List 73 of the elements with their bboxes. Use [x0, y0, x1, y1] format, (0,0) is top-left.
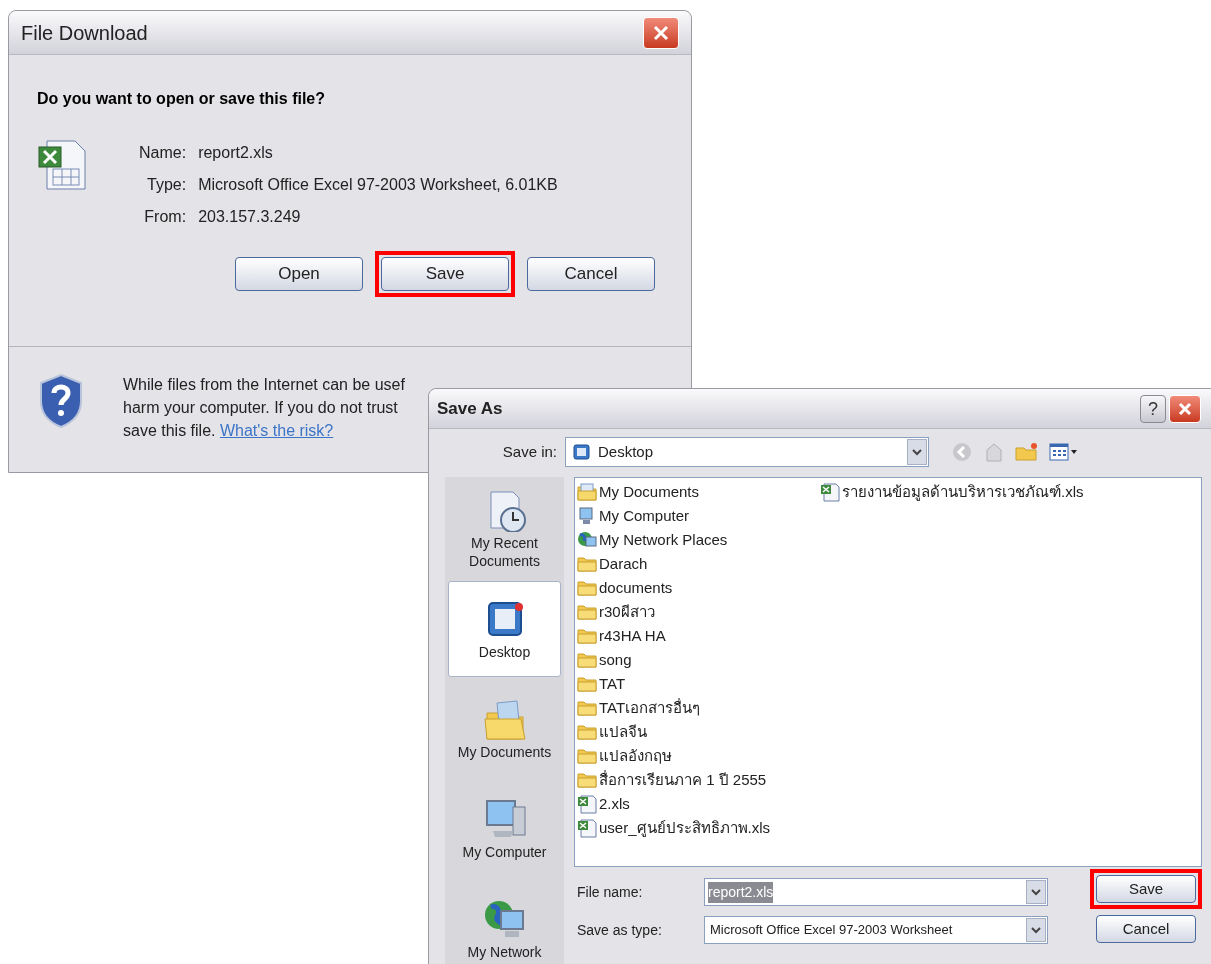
- dialog-button[interactable]: Open: [235, 257, 363, 291]
- folder-icon: [577, 554, 597, 574]
- dropdown-value: Microsoft Office Excel 97-2003 Worksheet: [710, 921, 953, 940]
- file-item[interactable]: TATเอกสารอื่นๆ: [577, 696, 771, 720]
- field-label: Save in:: [501, 441, 558, 462]
- window-title: File Download: [21, 20, 148, 46]
- places-item[interactable]: My Network: [448, 881, 561, 964]
- network-computer-icon: [577, 530, 597, 550]
- file-item[interactable]: My Network Places: [577, 528, 771, 552]
- folder-icon: [577, 602, 597, 622]
- field-value: report2.xls: [708, 881, 774, 903]
- detail-value: 203.157.3.249: [198, 207, 302, 227]
- view-menu-icon[interactable]: [1049, 442, 1079, 462]
- dropdown-value: Desktop: [598, 441, 654, 462]
- file-item[interactable]: 2.xls: [577, 792, 771, 816]
- folder-icon: [577, 674, 597, 694]
- folder-icon: [577, 722, 597, 742]
- file-item[interactable]: Darach: [577, 552, 771, 576]
- save-in-dropdown[interactable]: Desktop: [565, 437, 929, 467]
- file-item[interactable]: r43HA HA: [577, 624, 771, 648]
- folder-icon: [577, 698, 597, 718]
- detail-label: Type:: [146, 175, 187, 195]
- file-item[interactable]: user_ศูนย์ประสิทธิภาพ.xls: [577, 816, 771, 840]
- field-label: Save as type:: [576, 920, 663, 940]
- spreadsheet-file-icon: [37, 139, 87, 191]
- folder-icon: [577, 650, 597, 670]
- places-item[interactable]: Desktop: [448, 581, 561, 677]
- folder-icon: [577, 746, 597, 766]
- risk-link[interactable]: What's the risk?: [219, 422, 334, 439]
- file-item[interactable]: r30ผีสาว: [577, 600, 771, 624]
- dialog-button[interactable]: Cancel: [1096, 915, 1196, 943]
- new-folder-icon[interactable]: [1015, 441, 1039, 463]
- dialog-button[interactable]: Save: [1096, 875, 1196, 903]
- question-text: Do you want to open or save this file?: [37, 89, 327, 109]
- file-item[interactable]: documents: [577, 576, 771, 600]
- help-button[interactable]: ?: [1140, 394, 1166, 423]
- spreadsheet-file-icon: [577, 794, 597, 814]
- file-item[interactable]: แปลจีน: [577, 720, 771, 744]
- file-item[interactable]: สื่อการเรียนภาค 1 ปี 2555: [577, 768, 771, 792]
- dialog-button[interactable]: Save: [381, 257, 509, 291]
- warning-text: harm your computer. If you do not trust: [123, 398, 399, 418]
- file-item[interactable]: TAT: [577, 672, 771, 696]
- file-item[interactable]: แปลอังกฤษ: [577, 744, 771, 768]
- file-type-dropdown[interactable]: Microsoft Office Excel 97-2003 Worksheet: [704, 916, 1048, 944]
- warning-text: While files from the Internet can be usef: [123, 375, 405, 395]
- window-title: Save As: [437, 397, 503, 420]
- close-icon: [1177, 400, 1193, 417]
- shield-question-icon: [39, 373, 83, 429]
- dialog-button[interactable]: Cancel: [527, 257, 655, 291]
- field-label: File name:: [576, 882, 644, 902]
- detail-value: Microsoft Office Excel 97-2003 Worksheet, 6.01KB: [198, 175, 558, 195]
- spreadsheet-file-icon: [820, 482, 841, 502]
- close-button[interactable]: [643, 16, 679, 49]
- detail-value: report2.xls: [198, 143, 274, 163]
- close-button[interactable]: [1169, 394, 1201, 423]
- folder-icon: [577, 626, 597, 646]
- places-item[interactable]: My Recent Documents: [448, 481, 561, 577]
- places-item[interactable]: My Computer: [448, 781, 561, 877]
- detail-label: Name:: [139, 143, 187, 163]
- places-item[interactable]: My Documents: [448, 681, 561, 777]
- documents-folder-icon: [482, 697, 527, 741]
- file-item[interactable]: รายงานข้อมูลด้านบริหารเวชภัณฑ์.xls: [820, 480, 1084, 504]
- spreadsheet-file-icon: [577, 818, 597, 838]
- close-icon: [652, 23, 670, 42]
- file-item[interactable]: My Documents: [577, 480, 771, 504]
- detail-label: From:: [143, 207, 187, 227]
- desktop-icon: [572, 442, 592, 462]
- file-item[interactable]: My Computer: [577, 504, 771, 528]
- warning-text: save this file. What's the risk?: [123, 421, 335, 441]
- file-item[interactable]: song: [577, 648, 771, 672]
- folder-icon: [577, 770, 597, 790]
- documents-folder-icon: [577, 482, 597, 502]
- folder-icon: [577, 578, 597, 598]
